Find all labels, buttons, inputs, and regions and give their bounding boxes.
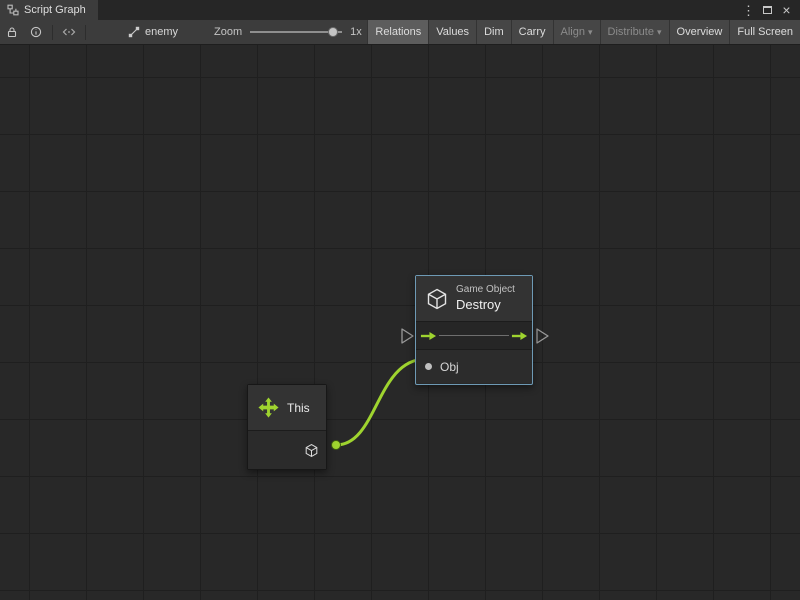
node-destroy-flow-row[interactable]	[416, 322, 532, 350]
game-object-port-cube-icon[interactable]	[304, 443, 319, 458]
game-object-cube-icon	[425, 287, 449, 311]
lock-icon[interactable]	[0, 20, 24, 44]
obj-input-port-dot[interactable]	[425, 363, 432, 370]
node-this[interactable]: This	[247, 384, 327, 470]
toolbar-buttons: Relations Values Dim Carry Align ▾ Distr…	[367, 20, 800, 44]
node-this-title: This	[287, 401, 310, 415]
dropdown-caret-icon: ▾	[588, 28, 593, 37]
node-destroy[interactable]: Game Object Destroy	[415, 275, 533, 385]
graph-toolbar: enemy Zoom 1x Relations Values Dim Carry…	[0, 20, 800, 45]
toolbar-separator	[52, 25, 53, 40]
overview-button[interactable]: Overview	[669, 20, 730, 44]
tab-script-graph[interactable]: Script Graph	[0, 0, 98, 20]
info-icon[interactable]	[24, 20, 48, 44]
script-graph-window: Script Graph ⋮ ×	[0, 0, 800, 600]
script-graph-icon	[7, 4, 19, 16]
code-ports-icon[interactable]	[57, 20, 81, 44]
node-this-output-row[interactable]	[248, 431, 326, 469]
distribute-dropdown[interactable]: Distribute ▾	[600, 20, 669, 44]
dim-button[interactable]: Dim	[476, 20, 511, 44]
flow-input-triangle-icon[interactable]	[402, 329, 413, 343]
zoom-slider[interactable]	[250, 26, 342, 38]
window-controls: ⋮ ×	[741, 0, 800, 20]
zoom-slider-knob[interactable]	[328, 27, 338, 37]
carry-button[interactable]: Carry	[511, 20, 553, 44]
flow-divider-line	[439, 335, 509, 336]
full-screen-button[interactable]: Full Screen	[729, 20, 800, 44]
relations-button[interactable]: Relations	[367, 20, 428, 44]
node-destroy-header[interactable]: Game Object Destroy	[416, 276, 532, 322]
connection-wire[interactable]	[336, 359, 426, 445]
zoom-value: 1x	[350, 26, 362, 38]
obj-input-label: Obj	[440, 360, 459, 374]
values-button[interactable]: Values	[428, 20, 476, 44]
this-output-port-dot[interactable]	[332, 441, 341, 450]
close-icon[interactable]: ×	[779, 1, 794, 19]
flow-output-triangle-icon[interactable]	[537, 329, 548, 343]
flow-in-arrow-icon[interactable]	[420, 330, 437, 342]
node-this-header[interactable]: This	[248, 385, 326, 431]
graph-breadcrumb[interactable]: enemy	[128, 26, 178, 38]
tab-title: Script Graph	[24, 4, 86, 16]
node-destroy-title: Destroy	[456, 297, 515, 313]
graph-canvas[interactable]: This	[0, 45, 800, 600]
connection-layer	[0, 45, 800, 600]
window-titlebar: Script Graph ⋮ ×	[0, 0, 800, 20]
flow-out-arrow-icon[interactable]	[511, 330, 528, 342]
zoom-label: Zoom	[214, 26, 242, 38]
node-destroy-category: Game Object	[456, 284, 515, 297]
node-destroy-input-row[interactable]: Obj	[416, 350, 532, 383]
dropdown-caret-icon: ▾	[657, 28, 662, 37]
menu-icon[interactable]: ⋮	[741, 1, 756, 19]
graph-name-label: enemy	[145, 26, 178, 38]
zoom-control: Zoom 1x	[214, 26, 362, 38]
align-dropdown[interactable]: Align ▾	[553, 20, 600, 44]
toolbar-separator	[85, 25, 86, 40]
move-icon	[257, 396, 280, 419]
graph-asset-icon	[128, 26, 140, 38]
maximize-icon[interactable]	[760, 1, 775, 19]
